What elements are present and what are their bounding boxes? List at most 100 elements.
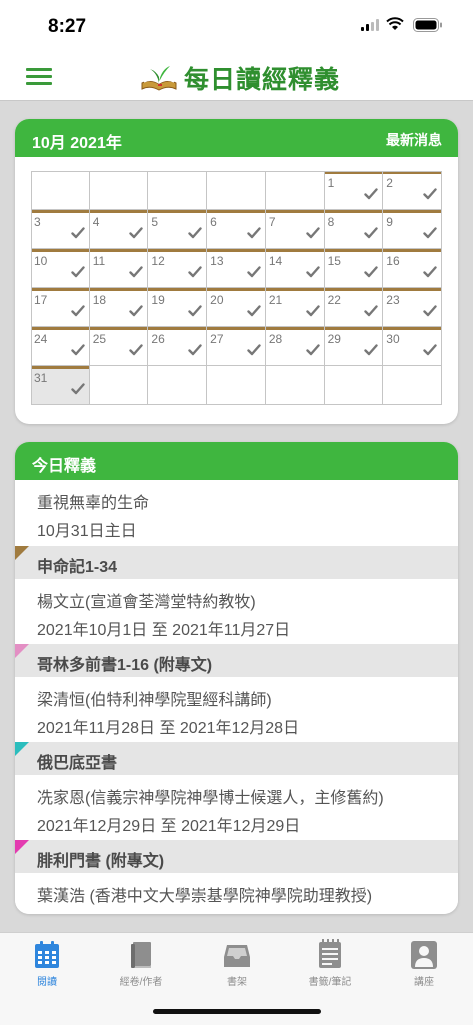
- calendar-day-22[interactable]: 22: [324, 288, 384, 327]
- tab-books-authors[interactable]: 經卷/作者: [96, 939, 186, 988]
- tab-bookmarks-notes[interactable]: 書籤/筆記: [285, 939, 375, 988]
- reading-plan-band: [31, 366, 89, 369]
- reading-plan-band: [383, 288, 441, 291]
- schedule-item[interactable]: 冼家恩(信義宗神學院神學博士候選人，主修舊約) 2021年12月29日 至 202…: [15, 775, 458, 840]
- reading-plan-band: [207, 249, 265, 252]
- reading-plan-band: [265, 210, 324, 213]
- calendar-day-29[interactable]: 29: [324, 327, 384, 366]
- checkmark-icon: [423, 304, 437, 323]
- calendar-day-25[interactable]: 25: [89, 327, 149, 366]
- reading-plan-band: [324, 210, 383, 213]
- calendar-day-30[interactable]: 30: [383, 327, 442, 366]
- calendar-day-number: 20: [210, 293, 224, 307]
- calendar-day-9[interactable]: 9: [383, 210, 442, 249]
- tab-bookshelf-label: 書架: [227, 977, 247, 988]
- reading-plan-band: [324, 327, 383, 330]
- reading-plan-band: [148, 210, 207, 213]
- calendar-day-20[interactable]: 20: [207, 288, 266, 327]
- status-time: 8:27: [48, 16, 87, 37]
- tab-reading-label: 閱讀: [37, 977, 57, 988]
- calendar-day-number: 10: [34, 254, 48, 268]
- checkmark-icon: [305, 265, 320, 284]
- calendar-day-27[interactable]: 27: [207, 327, 266, 366]
- color-tag-icon: [15, 546, 29, 560]
- calendar-day-28[interactable]: 28: [265, 327, 325, 366]
- calendar-day-2[interactable]: 2: [383, 171, 442, 210]
- today-panel-header: 今日釋義: [15, 442, 458, 480]
- wifi-icon: [386, 17, 404, 30]
- schedule-book-header[interactable]: 俄巴底亞書: [15, 742, 458, 775]
- reading-plan-band: [383, 210, 441, 213]
- reading-plan-band: [31, 327, 89, 330]
- calendar-day-21[interactable]: 21: [265, 288, 325, 327]
- calendar-day-4[interactable]: 4: [89, 210, 149, 249]
- calendar-day-24[interactable]: 24: [31, 327, 90, 366]
- calendar-day-31[interactable]: 31: [31, 366, 90, 405]
- today-reading-item[interactable]: 重視無辜的生命 10月31日主日: [15, 480, 458, 546]
- reading-plan-band: [89, 288, 148, 291]
- calendar-day-number: 11: [92, 254, 106, 268]
- calendar-day-number: 4: [92, 215, 100, 229]
- calendar-day-13[interactable]: 13: [207, 249, 266, 288]
- schedule-item[interactable]: 楊文立(宣道會荃灣堂特約教牧) 2021年10月1日 至 2021年11月27日: [15, 579, 458, 644]
- calendar-day-number: 13: [210, 254, 224, 268]
- today-topic: 重視無辜的生命: [37, 495, 150, 512]
- calendar-day-number: 6: [210, 215, 217, 229]
- calendar-day-11[interactable]: 11: [89, 249, 149, 288]
- checkmark-icon: [129, 265, 144, 284]
- calendar-card: 10月 2021年 最新消息 1 2 3 4 5 6 7 8 9 10 11 12 13 14 15 16 17…: [15, 119, 458, 424]
- schedule-author: 冼家恩(信義宗神學院神學博士候選人，主修舊約): [37, 790, 384, 807]
- schedule-item[interactable]: 梁清恒(伯特利神學院聖經科講師) 2021年11月28日 至 2021年12月28…: [15, 677, 458, 742]
- reading-plan-band: [207, 327, 265, 330]
- news-link[interactable]: 最新消息: [386, 130, 442, 150]
- navigation-bar: 每日讀經釋義: [0, 50, 473, 101]
- schedule-book-header[interactable]: 腓利門書 (附專文): [15, 840, 458, 873]
- calendar-day-6[interactable]: 6: [207, 210, 266, 249]
- hamburger-menu-button[interactable]: [26, 68, 52, 86]
- calendar-day-12[interactable]: 12: [148, 249, 208, 288]
- schedule-item[interactable]: 葉漢浩 (香港中文大學崇基學院神學院助理教授) 2021年12月30日 至 202…: [15, 873, 458, 914]
- checkmark-icon: [364, 304, 378, 323]
- checkmark-icon: [188, 304, 202, 323]
- schedule-book-header[interactable]: 申命記1-34: [15, 546, 458, 579]
- reading-plan-band: [31, 249, 89, 252]
- calendar-empty-cell: [89, 171, 149, 210]
- checkmark-icon: [423, 187, 437, 206]
- reading-plan-band: [89, 249, 148, 252]
- checkmark-icon: [247, 265, 261, 284]
- tab-lectures[interactable]: 講座: [379, 939, 469, 988]
- tab-bookshelf[interactable]: 書架: [192, 939, 282, 988]
- checkmark-icon: [247, 226, 261, 245]
- calendar-day-17[interactable]: 17: [31, 288, 90, 327]
- calendar-day-18[interactable]: 18: [89, 288, 149, 327]
- checkmark-icon: [364, 265, 378, 284]
- schedule-date-range: 2021年11月28日 至 2021年12月28日: [37, 720, 300, 737]
- reading-plan-band: [148, 327, 207, 330]
- calendar-day-1[interactable]: 1: [324, 171, 384, 210]
- calendar-day-26[interactable]: 26: [148, 327, 208, 366]
- reading-plan-band: [265, 288, 324, 291]
- checkmark-icon: [305, 226, 320, 245]
- calendar-day-14[interactable]: 14: [265, 249, 325, 288]
- schedule-book-title: 俄巴底亞書: [37, 755, 118, 772]
- checkmark-icon: [423, 343, 437, 362]
- calendar-day-23[interactable]: 23: [383, 288, 442, 327]
- schedule-book-header[interactable]: 哥林多前書1-16 (附專文): [15, 644, 458, 677]
- calendar-empty-cell: [324, 366, 384, 405]
- today-panel: 今日釋義 重視無辜的生命 10月31日主日 申命記1-34 楊文立(宣道會荃灣堂特…: [15, 442, 458, 914]
- calendar-day-3[interactable]: 3: [31, 210, 90, 249]
- calendar-empty-cell: [148, 366, 208, 405]
- calendar-empty-cell: [265, 366, 325, 405]
- calendar-day-16[interactable]: 16: [383, 249, 442, 288]
- calendar-day-number: 14: [268, 254, 283, 268]
- checkmark-icon: [364, 187, 378, 206]
- open-bible-icon: [141, 66, 177, 91]
- calendar-day-5[interactable]: 5: [148, 210, 208, 249]
- calendar-day-19[interactable]: 19: [148, 288, 208, 327]
- calendar-day-7[interactable]: 7: [265, 210, 325, 249]
- tab-reading[interactable]: 閱讀: [2, 939, 92, 988]
- person-icon: [411, 941, 437, 969]
- calendar-day-10[interactable]: 10: [31, 249, 90, 288]
- calendar-day-15[interactable]: 15: [324, 249, 384, 288]
- calendar-day-8[interactable]: 8: [324, 210, 384, 249]
